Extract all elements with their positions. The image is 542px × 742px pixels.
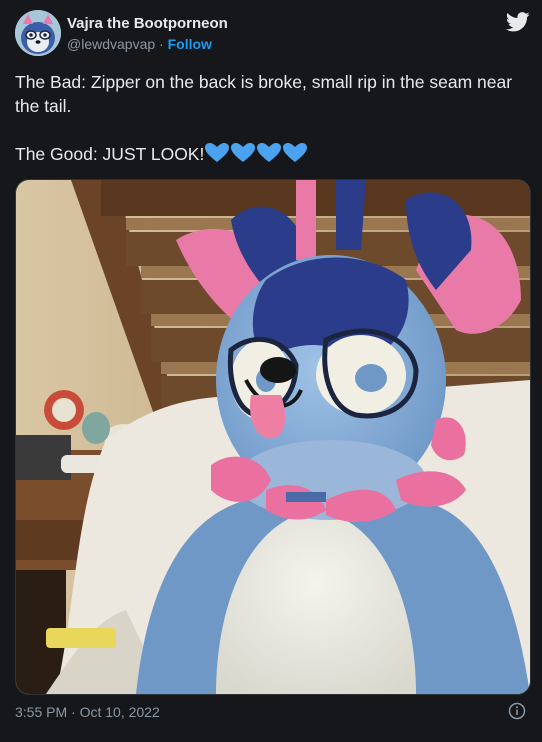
- tweet-text: The Bad: Zipper on the back is broke, sm…: [15, 70, 530, 170]
- avatar[interactable]: [15, 10, 61, 56]
- tweet-timestamp[interactable]: 3:55 PM · Oct 10, 2022: [15, 704, 160, 720]
- follow-button[interactable]: Follow: [168, 36, 212, 52]
- author-handle[interactable]: @lewdvapvap: [67, 36, 155, 52]
- tweet-photo[interactable]: [15, 179, 531, 695]
- blue-heart-icons: [205, 143, 308, 162]
- tweet-line-good-text: The Good: JUST LOOK!: [15, 144, 205, 164]
- tweet-line-good: The Good: JUST LOOK!: [15, 142, 530, 170]
- separator: ·: [159, 36, 164, 52]
- blue-hearts-emoji: [204, 142, 308, 170]
- photo-fursuit-image: [16, 180, 530, 694]
- avatar-image: [15, 10, 61, 56]
- tweet-line-bad: The Bad: Zipper on the back is broke, sm…: [15, 72, 513, 116]
- info-icon[interactable]: [508, 702, 526, 720]
- author-display-name[interactable]: Vajra the Bootporneon: [67, 15, 228, 32]
- author-handle-row: @lewdvapvap · Follow: [67, 36, 212, 52]
- tweet-card: Vajra the Bootporneon @lewdvapvap · Foll…: [0, 0, 542, 742]
- twitter-bird-icon[interactable]: [506, 12, 530, 32]
